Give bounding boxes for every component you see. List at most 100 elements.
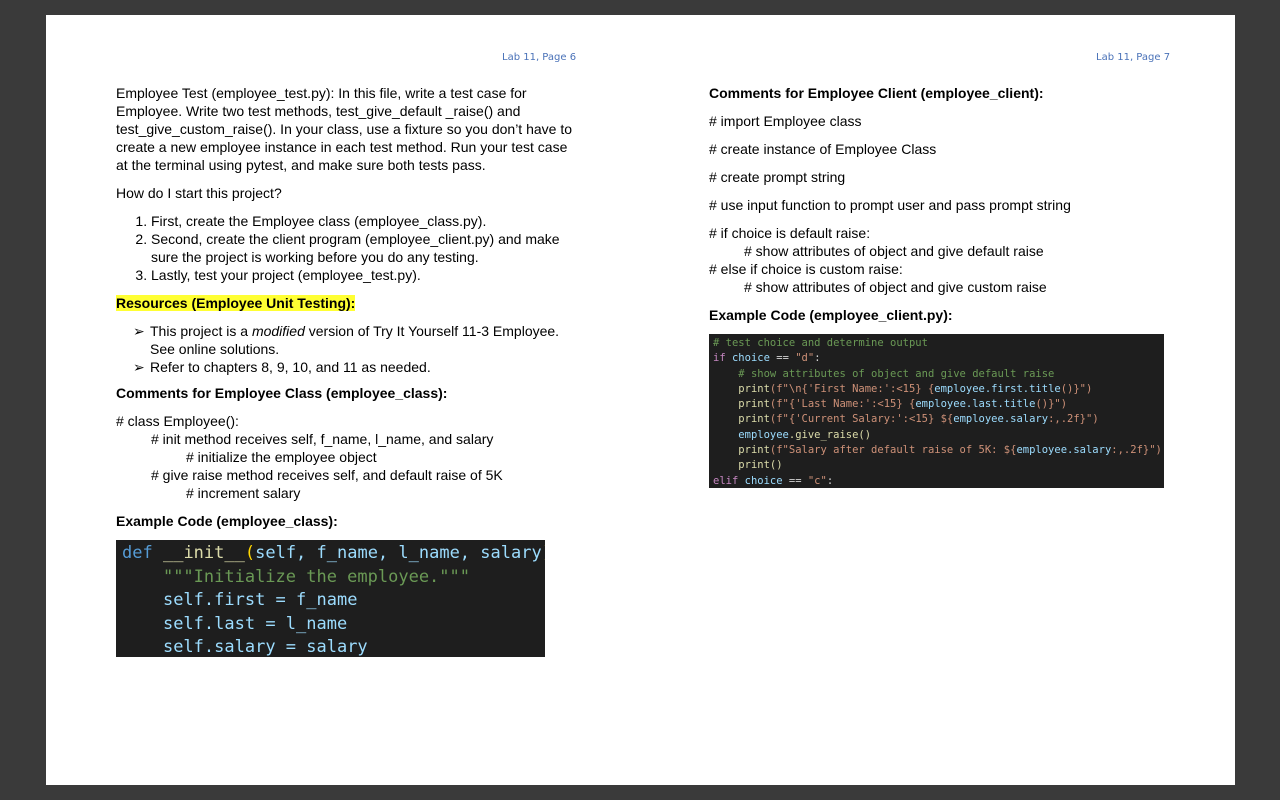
steps-list: First, create the Employee class (employ…	[116, 212, 576, 284]
code-line: elif choice == "c":	[713, 474, 1160, 488]
question-text: How do I start this project?	[116, 185, 282, 201]
code-token: "d"	[795, 352, 815, 365]
step-item: First, create the Employee class (employ…	[151, 212, 576, 230]
code-token: ==	[769, 352, 796, 365]
page-header-left: Lab 11, Page 6	[502, 52, 577, 63]
code-token: .first = f_name	[203, 590, 358, 610]
code-token: # test choice and determine output	[713, 337, 928, 349]
code-token: choice	[731, 352, 770, 365]
code-token: self	[162, 590, 204, 610]
code-token: (f"\n{'First Name:'	[769, 382, 891, 395]
code-line: print()	[713, 458, 1160, 473]
code-line: self.salary = salary	[122, 636, 539, 657]
code-token: :	[826, 474, 834, 487]
code-token: print	[738, 382, 770, 395]
code-token: (	[244, 543, 256, 563]
arrow-bullet-icon: ➢	[133, 323, 145, 339]
client-code-block: # test choice and determine output if cho…	[709, 334, 1164, 488]
step-item: Second, create the client program (emplo…	[151, 230, 576, 266]
code-token: :<15} ${	[902, 413, 954, 426]
comment-line: # show attributes of object and give def…	[744, 243, 1044, 259]
code-token: ()}")	[1060, 382, 1093, 395]
code-token: (f"Salary after default raise of 5K: ${	[769, 444, 1017, 457]
code-line: print(f"{'Current Salary:':<15} ${employ…	[713, 412, 1160, 427]
code-token: employee.last.title	[915, 398, 1036, 411]
code-line: print(f"\n{'First Name:':<15} {employee.…	[713, 382, 1160, 397]
left-page-content: Employee Test (employee_test.py): In thi…	[116, 84, 576, 657]
class-example-heading: Example Code (employee_class):	[116, 513, 338, 529]
code-token: .salary = salary	[203, 637, 368, 657]
comment-line: # class Employee():	[116, 413, 239, 429]
client-comments-heading: Comments for Employee Client (employee_c…	[709, 85, 1044, 101]
code-token: :,.2f}")	[1048, 413, 1099, 426]
code-line: """Initialize the employee."""	[122, 566, 539, 590]
client-choice-comments: # if choice is default raise: # show att…	[709, 224, 1169, 296]
code-token: def	[122, 543, 153, 563]
code-token: print	[738, 413, 770, 426]
resource-text: Refer to chapters 8, 9, 10, and 11 as ne…	[150, 359, 431, 375]
comment-line: # initialize the employee object	[186, 449, 377, 465]
code-token: employee.salary	[953, 413, 1049, 426]
page-header-right: Lab 11, Page 7	[1096, 52, 1171, 63]
code-token: self	[162, 613, 204, 634]
code-token: self	[162, 637, 204, 657]
code-token: "c"	[807, 474, 827, 487]
comment-line: # import Employee class	[709, 113, 862, 129]
comment-line: # create prompt string	[709, 169, 846, 185]
resources-list: ➢ This project is a modified version of T…	[116, 322, 576, 376]
class-comments: # class Employee(): # init method receiv…	[116, 412, 576, 502]
code-token: (f"{'Current Salary:'	[769, 413, 903, 426]
code-token: employee.salary	[1016, 444, 1112, 457]
document-spread: Lab 11, Page 6 Lab 11, Page 7 Employee T…	[46, 15, 1235, 785]
code-token: # show attributes of object and give def…	[738, 367, 1055, 380]
client-example-heading: Example Code (employee_client.py):	[709, 307, 953, 323]
code-token: employee	[738, 428, 789, 441]
code-line: employee.give_raise()	[713, 428, 1160, 443]
code-token: employee.first.title	[934, 382, 1061, 395]
resource-text: This project is a	[150, 323, 252, 339]
code-line: # show attributes of object and give def…	[713, 367, 1160, 382]
code-token: )	[542, 543, 545, 563]
code-token: print	[738, 444, 770, 457]
arrow-bullet-icon: ➢	[133, 359, 145, 375]
code-token: :<15} {	[890, 382, 935, 395]
resource-item: ➢ Refer to chapters 8, 9, 10, and 11 as n…	[133, 358, 576, 376]
code-token: .last = l_name	[203, 613, 348, 634]
code-token: :	[814, 352, 821, 365]
code-token: print	[738, 398, 770, 411]
comment-line: # create instance of Employee Class	[709, 141, 937, 157]
comment-line: # if choice is default raise:	[709, 225, 871, 241]
class-comments-heading: Comments for Employee Class (employee_cl…	[116, 385, 448, 401]
code-token: (f"{'Last Name:'	[769, 398, 872, 411]
code-line: self.first = f_name	[122, 589, 539, 613]
code-token: print()	[738, 459, 783, 472]
comment-line: # show attributes of object and give cus…	[744, 279, 1047, 295]
right-page-content: Comments for Employee Client (employee_c…	[709, 84, 1169, 488]
code-token: ==	[782, 474, 808, 487]
code-token: choice	[744, 474, 783, 487]
intro-paragraph: Employee Test (employee_test.py): In thi…	[116, 85, 573, 173]
code-token: __init__	[162, 543, 245, 563]
comment-line: # use input function to prompt user and …	[709, 197, 1071, 213]
code-token: """Initialize the employee."""	[162, 566, 470, 587]
code-line: def __init__(self, f_name, l_name, salar…	[122, 542, 545, 566]
comment-line: # give raise method receives self, and d…	[151, 467, 503, 483]
code-line: # test choice and determine output	[713, 336, 1160, 351]
resource-emphasis: modified	[251, 323, 305, 339]
code-token: :<15} {	[871, 398, 916, 411]
resource-item: ➢ This project is a modified version of T…	[133, 322, 576, 358]
step-item: Lastly, test your project (employee_test…	[151, 266, 576, 284]
code-token: :,.2f}")	[1111, 444, 1162, 457]
code-token: ()}")	[1035, 398, 1068, 411]
code-line: if choice == "d":	[713, 351, 1160, 366]
code-token: if	[713, 352, 726, 365]
code-token: elif	[713, 474, 739, 487]
comment-line: # increment salary	[186, 485, 301, 501]
resources-heading: Resources (Employee Unit Testing):	[116, 294, 576, 312]
code-line: print(f"{'Last Name:':<15} {employee.las…	[713, 397, 1160, 412]
code-line: self.last = l_name	[122, 613, 539, 637]
code-line: print(f"Salary after default raise of 5K…	[713, 443, 1162, 458]
code-token: self, f_name, l_name, salary	[255, 543, 542, 563]
comment-line: # else if choice is custom raise:	[709, 261, 903, 277]
comment-line: # init method receives self, f_name, l_n…	[151, 431, 494, 447]
